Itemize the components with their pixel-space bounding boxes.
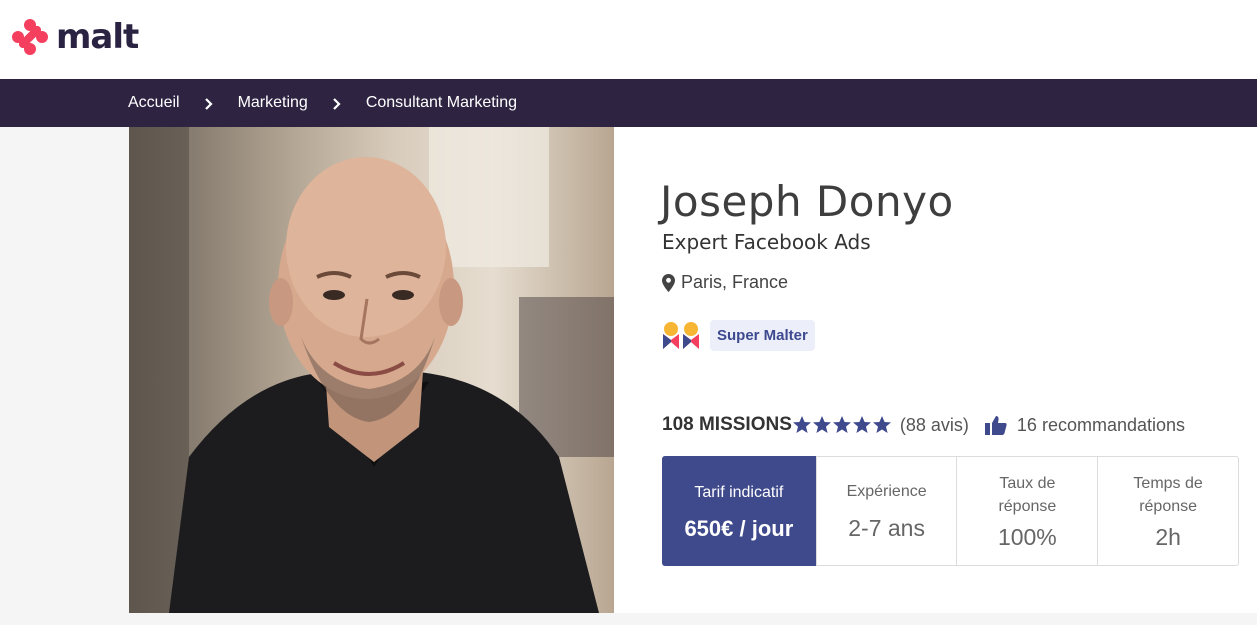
breadcrumb-accueil[interactable]: Accueil <box>128 94 180 112</box>
response-rate-card: Taux de réponse 100% <box>956 457 1097 565</box>
location-pin-icon <box>662 273 675 292</box>
chevron-right-icon <box>333 98 341 110</box>
breadcrumb-consultant-marketing[interactable]: Consultant Marketing <box>366 94 517 112</box>
response-time-value: 2h <box>1155 523 1181 550</box>
freelancer-name: Joseph Donyo <box>660 177 954 226</box>
freelancer-location: Paris, France <box>662 272 788 293</box>
stats-row: 108 MISSIONS (88 avis) 16 recommandation… <box>662 414 1185 436</box>
missions-count: 108 MISSIONS <box>662 414 792 435</box>
top-header: malt <box>0 0 1257 79</box>
rate-card: Tarif indicatif 650€ / jour <box>662 456 816 566</box>
malt-logo[interactable]: malt <box>10 17 139 57</box>
profile-photo <box>129 127 614 613</box>
response-time-label: Temps de réponse <box>1133 474 1203 515</box>
chevron-right-icon <box>204 98 213 110</box>
brand-name: malt <box>56 17 139 57</box>
star-icon <box>872 416 891 433</box>
recommendations-link[interactable]: 16 recommandations <box>1017 415 1185 436</box>
response-rate-label: Taux de réponse <box>998 474 1057 515</box>
malt-logo-icon <box>12 19 48 55</box>
rating-stars[interactable] <box>792 415 892 435</box>
star-icon <box>832 416 851 433</box>
experience-value: 2-7 ans <box>848 515 925 541</box>
freelancer-headline: Expert Facebook Ads <box>662 230 871 254</box>
experience-card: Expérience 2-7 ans <box>815 457 957 565</box>
experience-label: Expérience <box>846 483 927 500</box>
thumbs-up-icon <box>984 416 1007 435</box>
breadcrumb: Accueil Marketing Consultant Marketing <box>0 79 1257 127</box>
star-icon <box>792 416 811 433</box>
super-malter-badge: Super Malter <box>710 320 815 351</box>
response-time-card: Temps de réponse 2h <box>1097 457 1238 565</box>
reviews-link[interactable]: (88 avis) <box>900 415 969 436</box>
location-text: Paris, France <box>681 272 789 292</box>
star-icon <box>812 416 831 433</box>
star-icon <box>852 416 871 433</box>
badges-row: Super Malter <box>662 320 815 351</box>
super-malter-icon <box>663 321 699 349</box>
response-rate-value: 100% <box>997 523 1057 550</box>
info-cards: Tarif indicatif 650€ / jour Expérience 2… <box>662 456 1239 566</box>
profile-section: Joseph Donyo Expert Facebook Ads Paris, … <box>0 127 1257 625</box>
rate-value: 650€ / jour <box>684 515 794 541</box>
breadcrumb-marketing[interactable]: Marketing <box>238 94 308 112</box>
rate-label: Tarif indicatif <box>694 483 784 501</box>
